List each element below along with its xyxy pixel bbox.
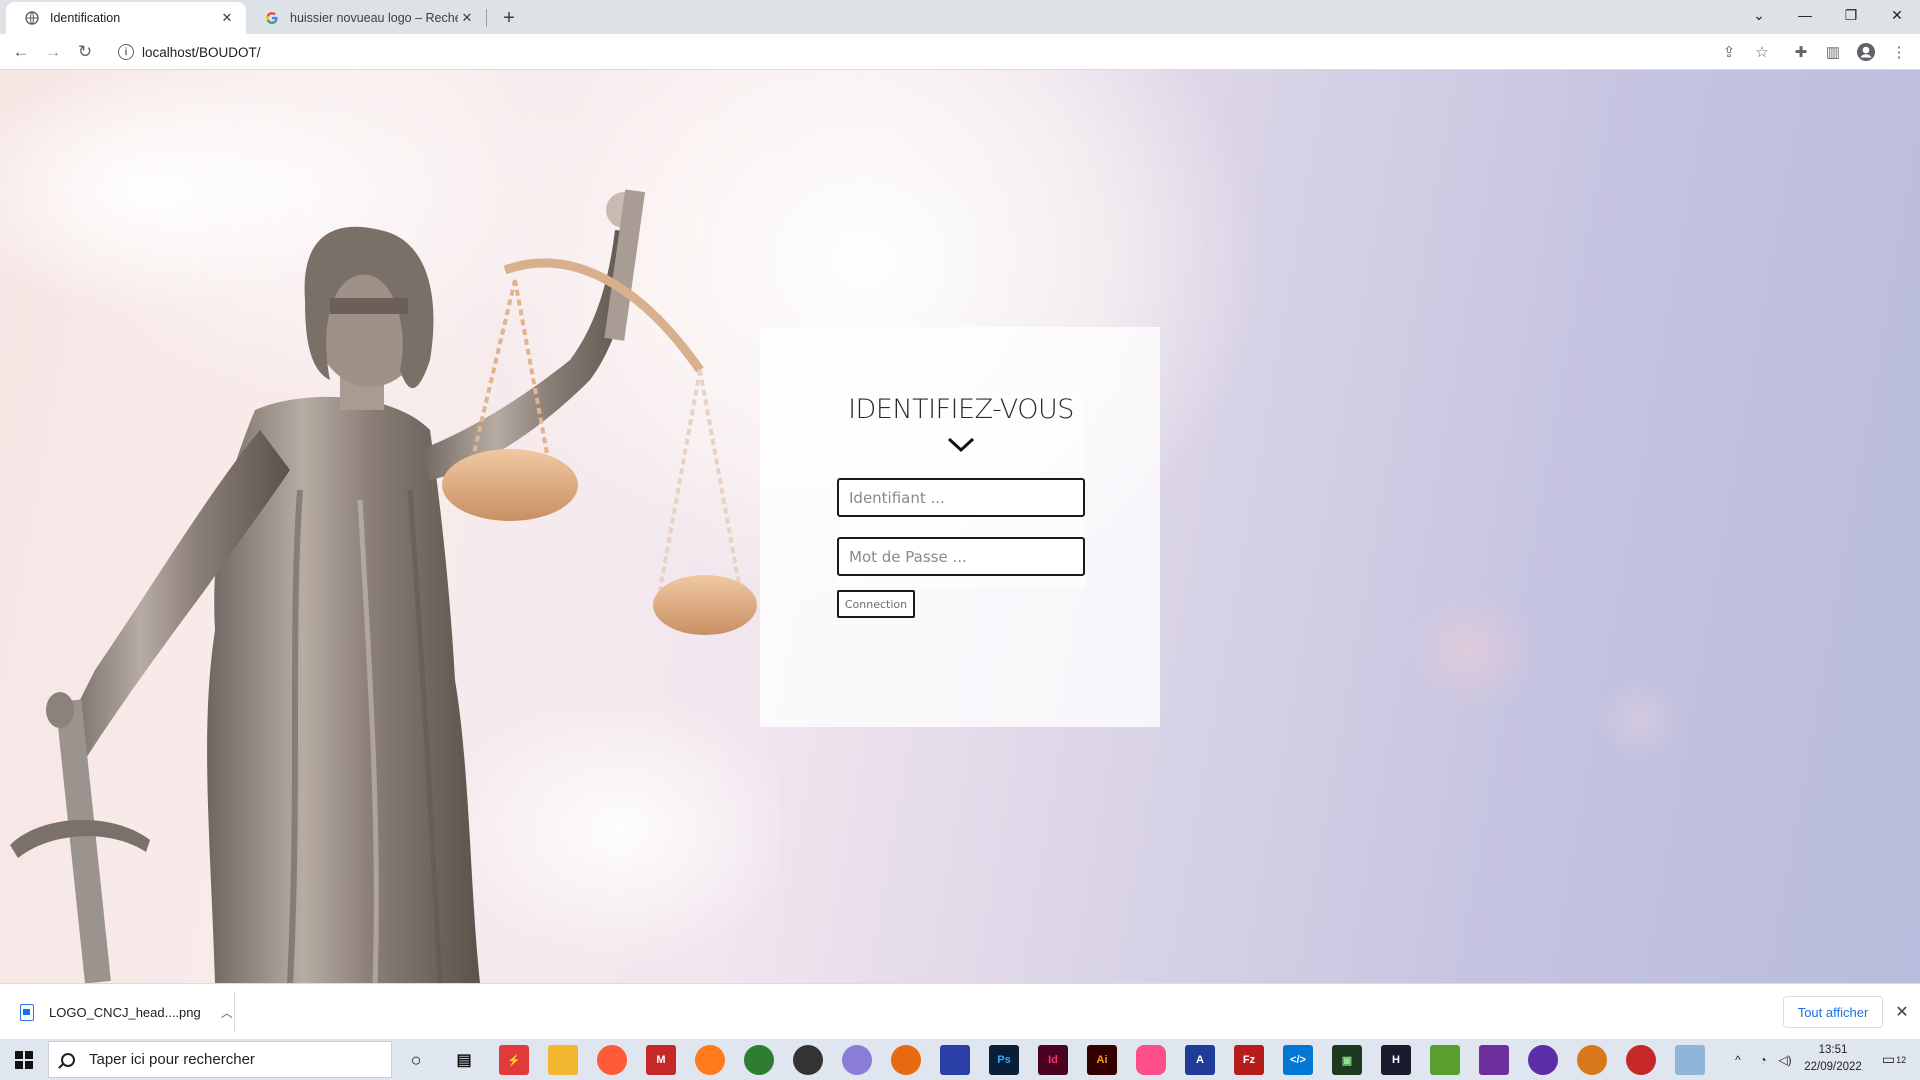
- chevron-up-icon[interactable]: ︿: [221, 1004, 233, 1021]
- tab-search-chevron-icon[interactable]: ⌄: [1736, 0, 1782, 30]
- illustrator-icon[interactable]: Ai: [1087, 1045, 1117, 1075]
- tab-identification[interactable]: Identification ✕: [6, 2, 246, 34]
- login-title: IDENTIFIEZ-VOUS: [848, 394, 1074, 425]
- app-orange-icon[interactable]: [597, 1045, 627, 1075]
- app-h-icon[interactable]: H: [1381, 1045, 1411, 1075]
- login-card: IDENTIFIEZ-VOUS Connection: [760, 327, 1160, 727]
- app-red-icon[interactable]: ⚡: [499, 1045, 529, 1075]
- menu-kebab-icon[interactable]: ⋮: [1887, 40, 1911, 64]
- tab-google-search[interactable]: huissier novueau logo – Recherche ✕: [246, 2, 486, 34]
- app-m-icon[interactable]: M: [646, 1045, 676, 1075]
- task-view-icon[interactable]: ▤: [449, 1045, 479, 1075]
- close-tab-icon[interactable]: ✕: [458, 9, 476, 27]
- taskbar-search-box[interactable]: Taper ici pour rechercher: [48, 1041, 392, 1078]
- clock-time: 13:51: [1818, 1044, 1848, 1056]
- app-github-icon[interactable]: [793, 1045, 823, 1075]
- login-form: IDENTIFIEZ-VOUS Connection: [837, 394, 1085, 618]
- close-window-icon[interactable]: ✕: [1874, 0, 1920, 30]
- address-url: localhost/BOUDOT/: [142, 44, 261, 60]
- windows-taskbar: Taper ici pour rechercher ○ ▤ ⚡ M Ps Id …: [0, 1039, 1920, 1080]
- close-shelf-icon[interactable]: ✕: [1890, 998, 1914, 1026]
- chrome-icon[interactable]: [744, 1045, 774, 1075]
- tab-title: Identification: [50, 11, 121, 25]
- clock[interactable]: 13:51 22/09/2022: [1798, 1042, 1868, 1076]
- side-panel-icon[interactable]: ▥: [1821, 40, 1845, 64]
- close-tab-icon[interactable]: ✕: [218, 9, 236, 27]
- filezilla-icon[interactable]: Fz: [1234, 1045, 1264, 1075]
- download-item[interactable]: LOGO_CNCJ_head....png ︿: [10, 992, 235, 1032]
- creative-cloud-icon[interactable]: [1136, 1045, 1166, 1075]
- windows-start-icon[interactable]: [0, 1039, 48, 1080]
- bookmark-star-icon[interactable]: ☆: [1750, 40, 1774, 64]
- terminal-icon[interactable]: ▣: [1332, 1045, 1362, 1075]
- app-fl-studio-icon[interactable]: [1577, 1045, 1607, 1075]
- file-explorer-icon[interactable]: [548, 1045, 578, 1075]
- volume-icon[interactable]: ◁): [1774, 1039, 1796, 1080]
- cortana-circle-icon[interactable]: ○: [401, 1045, 431, 1075]
- site-info-icon[interactable]: i: [118, 44, 134, 60]
- notification-count: 12: [1896, 1054, 1907, 1065]
- search-icon: [61, 1052, 75, 1067]
- network-icon[interactable]: ◔: [1752, 1039, 1774, 1080]
- google-icon: [264, 10, 280, 26]
- tab-separator: [486, 9, 487, 27]
- share-icon[interactable]: ⇪: [1717, 40, 1741, 64]
- browser-tab-strip: Identification ✕ huissier novueau logo –…: [0, 0, 1920, 34]
- photoshop-icon[interactable]: Ps: [989, 1045, 1019, 1075]
- firefox-icon[interactable]: [695, 1045, 725, 1075]
- show-all-downloads-button[interactable]: Tout afficher: [1783, 996, 1883, 1028]
- page-viewport: IDENTIFIEZ-VOUS Connection: [0, 70, 1920, 983]
- tray-chevron-up-icon[interactable]: ^: [1728, 1039, 1748, 1080]
- app-paint-icon[interactable]: [1675, 1045, 1705, 1075]
- minimize-icon[interactable]: —: [1782, 0, 1828, 30]
- tab-title: huissier novueau logo – Recherche: [290, 11, 458, 25]
- clock-date: 22/09/2022: [1804, 1061, 1862, 1073]
- lady-justice-statue-image: [0, 70, 780, 983]
- new-tab-plus-icon[interactable]: +: [496, 5, 522, 31]
- indesign-icon[interactable]: Id: [1038, 1045, 1068, 1075]
- image-file-icon: [20, 1003, 34, 1021]
- app-blue-a-icon[interactable]: A: [1185, 1045, 1215, 1075]
- extensions-puzzle-icon[interactable]: ✚: [1789, 40, 1813, 64]
- app-fruity-icon[interactable]: [891, 1045, 921, 1075]
- notification-center-icon[interactable]: ▭ 12: [1876, 1039, 1912, 1080]
- taskbar-search-placeholder: Taper ici pour rechercher: [89, 1051, 255, 1068]
- password-input[interactable]: [837, 537, 1085, 576]
- app-green-chart-icon[interactable]: [1430, 1045, 1460, 1075]
- username-input[interactable]: [837, 478, 1085, 517]
- app-purple-icon[interactable]: [842, 1045, 872, 1075]
- vscode-icon[interactable]: </>: [1283, 1045, 1313, 1075]
- back-arrow-icon[interactable]: ←: [8, 39, 34, 65]
- profile-avatar-icon[interactable]: [1854, 40, 1878, 64]
- reload-icon[interactable]: ↻: [72, 39, 98, 65]
- download-filename: LOGO_CNCJ_head....png: [49, 1004, 201, 1020]
- globe-icon: [24, 10, 40, 26]
- browser-toolbar: ← → ↻ i localhost/BOUDOT/ ⇪ ☆ ✚ ▥ ⋮: [0, 34, 1920, 70]
- address-bar[interactable]: i localhost/BOUDOT/: [108, 38, 1768, 66]
- connection-button[interactable]: Connection: [837, 590, 915, 618]
- chevron-down-icon: [947, 437, 975, 453]
- forward-arrow-icon[interactable]: →: [40, 39, 66, 65]
- app-violet-icon[interactable]: [1528, 1045, 1558, 1075]
- restore-icon[interactable]: ❐: [1828, 0, 1874, 30]
- app-colorful-icon[interactable]: [1479, 1045, 1509, 1075]
- download-shelf: LOGO_CNCJ_head....png ︿ Tout afficher ✕: [0, 983, 1920, 1039]
- chrome-red-icon[interactable]: [1626, 1045, 1656, 1075]
- app-headphones-icon[interactable]: [940, 1045, 970, 1075]
